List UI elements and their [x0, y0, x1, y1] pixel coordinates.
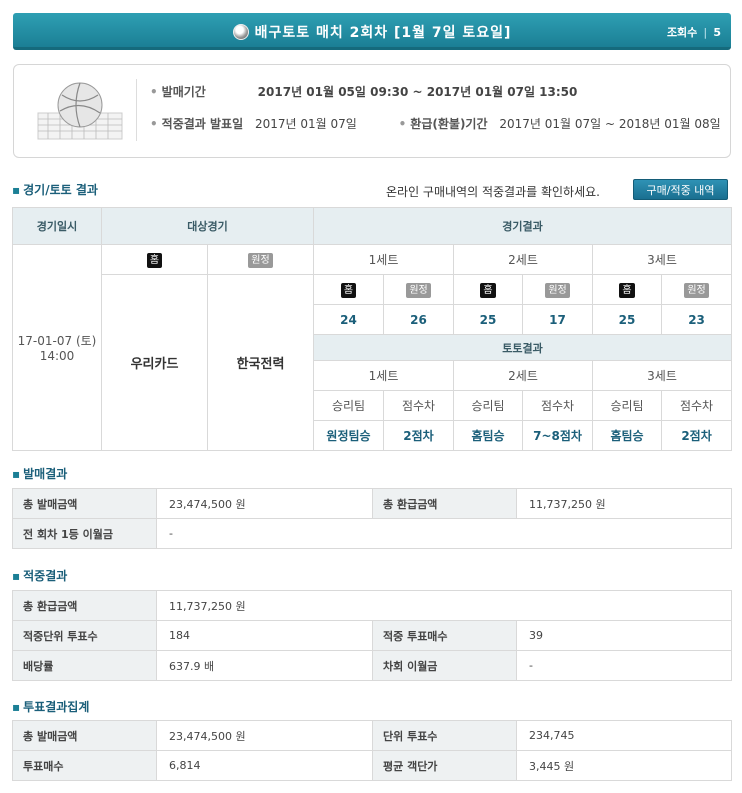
set-2-home-score: 25: [453, 304, 524, 335]
set-3-away-score: 23: [661, 304, 733, 335]
match-datetime: 17-01-07 (토) 14:00: [12, 244, 102, 451]
page-title: 배구토토 매치 2회차 [1월 7일 토요일]: [254, 25, 512, 41]
set-3-margin: 2점차: [661, 420, 733, 451]
set-1-home-score: 24: [313, 304, 385, 335]
purchase-notice: 온라인 구매내역의 적중결과를 확인하세요.: [386, 185, 600, 199]
purchase-history-button[interactable]: 구매/적중 내역: [633, 179, 728, 200]
view-count: 조회수 | 5: [666, 26, 721, 39]
section-title-hits: 적중결과: [12, 567, 67, 584]
refund-period-label: 환급(환불)기간: [399, 117, 488, 131]
game-result-table: 경기일시 대상경기 경기결과 17-01-07 (토) 14:00 홈 원정 1…: [12, 207, 733, 451]
home-tag: 홈: [146, 252, 163, 268]
view-count-value: 5: [713, 26, 721, 39]
set-1-margin: 2점차: [383, 420, 455, 451]
sale-period: 2017년 01월 05일 09:30 ~ 2017년 01월 07일 13:5…: [257, 85, 578, 99]
section-title-game: 경기/토토 결과: [12, 181, 98, 198]
refund-period: 2017년 01월 07일 ~ 2018년 01월 08일: [499, 117, 721, 131]
volleyball-icon: [232, 24, 249, 40]
away-team: 한국전력: [206, 274, 315, 451]
hit-units-value: 184: [156, 620, 373, 651]
total-sales-value: 23,474,500 원: [156, 488, 373, 519]
result-date-label: 적중결과 발표일: [150, 117, 243, 131]
volleyball-net-icon: [37, 82, 123, 140]
avg-price-value: 3,445 원: [516, 750, 732, 781]
sale-period-label: 발매기간: [150, 85, 206, 99]
sales-table: 총 발매금액 23,474,500 원 총 환급금액 11,737,250 원 …: [12, 488, 732, 549]
section-title-votes: 투표결과집계: [12, 698, 89, 715]
hit-votes-value: 39: [515, 620, 733, 651]
col-result: 경기결과: [313, 207, 733, 245]
set-3-home-score: 25: [592, 304, 663, 335]
set-1-winner: 원정팀승: [313, 420, 385, 451]
set-2-away-score: 17: [522, 304, 594, 335]
vote-count-value: 6,814: [156, 750, 373, 781]
votes-table: 총 발매금액 23,474,500 원 단위 투표수 234,745 투표매수 …: [12, 720, 732, 781]
set-3-header: 3세트: [592, 244, 733, 275]
set-3-winner: 홈팀승: [592, 420, 663, 451]
hit-total-refund-value: 11,737,250 원: [155, 590, 733, 621]
set-1-away-score: 26: [383, 304, 455, 335]
set-2-winner: 홈팀승: [453, 420, 524, 451]
hits-table: 총 환급금액 11,737,250 원 적중단위 투표수 184 적중 투표매수…: [12, 590, 733, 681]
carry-value: -: [156, 518, 732, 549]
set-2-header: 2세트: [453, 244, 594, 275]
result-date: 2017년 01월 07일: [254, 117, 357, 131]
unit-votes-value: 234,745: [516, 720, 732, 751]
away-tag: 원정: [248, 252, 273, 268]
page-header: 배구토토 매치 2회차 [1월 7일 토요일] 조회수 | 5: [13, 13, 731, 50]
home-team: 우리카드: [101, 274, 208, 451]
vote-total-sales-value: 23,474,500 원: [156, 720, 373, 751]
info-box: 발매기간 2017년 01월 05일 09:30 ~ 2017년 01월 07일…: [13, 64, 731, 158]
next-carry-value: -: [515, 650, 733, 681]
set-1-header: 1세트: [313, 244, 455, 275]
col-date: 경기일시: [12, 207, 102, 245]
section-title-sales: 발매결과: [12, 465, 67, 482]
odds-value: 637.9 배: [156, 650, 373, 681]
col-match: 대상경기: [100, 207, 315, 245]
toto-result-header: 토토결과: [313, 334, 733, 361]
set-2-margin: 7~8점차: [522, 420, 594, 451]
total-refund-value: 11,737,250 원: [516, 488, 732, 519]
